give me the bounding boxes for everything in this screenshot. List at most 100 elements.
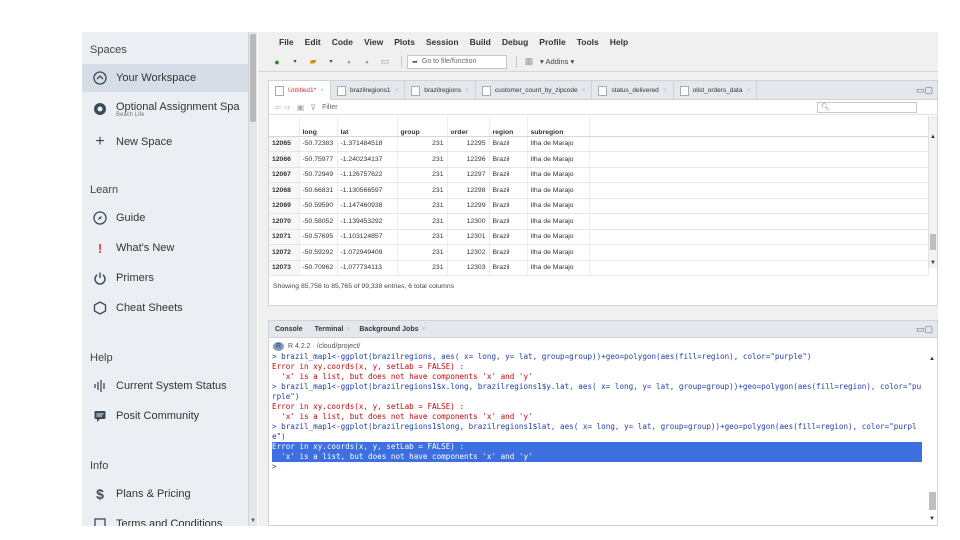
table-cell: Ilha de Marajo	[527, 198, 590, 214]
row-number-cell: 12069	[269, 198, 300, 214]
row-number-header[interactable]	[269, 116, 300, 137]
source-tab[interactable]: status_delivered ×	[592, 81, 674, 100]
goto-file-input[interactable]: ➦ Go to file/function	[407, 54, 507, 69]
menu-help[interactable]: Help	[610, 37, 628, 47]
console-scrollbar[interactable]: ▲ ▼	[928, 352, 937, 522]
pane-minimize-maximize-icon[interactable]: ▭▢	[916, 324, 933, 335]
scroll-up-arrow-icon[interactable]: ▲	[929, 356, 935, 362]
terms-link[interactable]: Terms and Conditions	[82, 510, 248, 526]
column-header-group[interactable]: group	[397, 116, 448, 137]
menu-profile[interactable]: Profile	[539, 37, 565, 47]
posit-community-link[interactable]: Posit Community	[82, 402, 248, 430]
power-icon	[92, 270, 108, 286]
table-row[interactable]: 12068 -50.66831 -1.130566597 231 12298 Brazil…	[269, 182, 929, 199]
sidebar-scrollbar-thumb[interactable]	[250, 34, 256, 122]
cheat-sheets-link[interactable]: Cheat Sheets	[82, 294, 248, 322]
plans-pricing-link[interactable]: $ Plans & Pricing	[82, 480, 248, 508]
filter-icon[interactable]: ⊽	[310, 103, 316, 112]
table-cell: 231	[397, 151, 448, 168]
close-tab-icon[interactable]: ×	[663, 87, 667, 94]
menu-file[interactable]: File	[279, 37, 294, 47]
back-forward-icon[interactable]: ⇦ ⇨	[275, 103, 291, 112]
close-tab-icon[interactable]: ×	[320, 87, 324, 94]
source-tab[interactable]: brazilregions ×	[405, 81, 476, 100]
table-row[interactable]: 12073 -50.70962 -1.077734113 231 12303 Brazil…	[269, 260, 929, 276]
menu-plots[interactable]: Plots	[394, 37, 415, 47]
menu-build[interactable]: Build	[470, 37, 491, 47]
space-icon	[92, 101, 108, 117]
column-header-region[interactable]: region	[489, 116, 528, 137]
optional-assignment-space-link[interactable]: Optional Assignment Spa Beach Life	[82, 94, 248, 124]
table-row[interactable]: 12072 -50.59292 -1.072949409 231 12302 Brazil…	[269, 244, 929, 261]
table-cell: Ilha de Marajo	[527, 244, 590, 261]
source-tab[interactable]: olist_orders_data ×	[674, 81, 758, 100]
table-row[interactable]: 12070 -50.58052 -1.139453292 231 12300 Brazil…	[269, 213, 929, 230]
close-tab-icon[interactable]: ×	[465, 87, 469, 94]
menu-session[interactable]: Session	[426, 37, 459, 47]
console-scrollbar-thumb[interactable]	[929, 492, 936, 510]
pane-minimize-maximize-icon[interactable]: ▭▢	[916, 85, 933, 96]
whats-new-link[interactable]: ! What's New	[82, 234, 248, 262]
save-icon[interactable]: ▪	[342, 55, 356, 69]
column-header-long[interactable]: long	[299, 116, 338, 137]
popout-icon[interactable]: ▣	[297, 103, 305, 112]
primers-link[interactable]: Primers	[82, 264, 248, 292]
system-status-link[interactable]: Current System Status	[82, 372, 248, 400]
table-row[interactable]: 12069 -50.59590 -1.147460938 231 12299 Brazil…	[269, 198, 929, 214]
new-project-icon[interactable]: ▰	[306, 55, 320, 69]
console-tab-terminal[interactable]: Terminal	[309, 326, 350, 333]
console-command-line: > brazil_map1<-ggplot(brazilregions1$x.l…	[272, 382, 922, 401]
close-tab-icon[interactable]: ×	[422, 326, 426, 333]
data-search-input[interactable]: 🔍︎	[817, 102, 917, 113]
menu-edit[interactable]: Edit	[305, 37, 321, 47]
table-row[interactable]: 12067 -50.72949 -1.126757622 231 12297 Brazil…	[269, 167, 929, 183]
table-cell: Brazil	[489, 213, 528, 230]
console-tab-background-jobs[interactable]: Background Jobs	[353, 326, 424, 333]
column-header-lat[interactable]: lat	[337, 116, 398, 137]
scroll-down-arrow-icon[interactable]: ▼	[929, 516, 935, 522]
your-workspace-link[interactable]: Your Workspace	[82, 64, 248, 92]
table-row[interactable]: 12071 -50.57695 -1.103124857 231 12301 Brazil…	[269, 229, 929, 245]
console-tab-console[interactable]: Console	[269, 326, 309, 333]
addins-menu[interactable]: ▾ Addins ▾	[540, 57, 574, 66]
table-row[interactable]: 12066 -50.75977 -1.240234137 231 12296 Brazil…	[269, 151, 929, 168]
column-header-order[interactable]: order	[447, 116, 490, 137]
source-tab[interactable]: Untitled1* ×	[269, 81, 331, 100]
menu-debug[interactable]: Debug	[502, 37, 528, 47]
table-cell: -1.077734113	[337, 260, 398, 276]
dropdown-arrow-icon[interactable]: ▾	[324, 55, 338, 69]
table-cell: -1.371484518	[337, 136, 398, 152]
save-all-icon[interactable]: ▪	[360, 55, 374, 69]
dropdown-arrow-icon[interactable]: ▾	[288, 55, 302, 69]
console-output[interactable]: > brazil_map1<-ggplot(brazilregions, aes…	[272, 352, 922, 472]
source-tab[interactable]: customer_count_by_zipcode ×	[476, 81, 593, 100]
table-scrollbar[interactable]: ▲ ▼	[928, 116, 937, 268]
column-header-subregion[interactable]: subregion	[527, 116, 590, 137]
table-cell: Ilha de Marajo	[527, 260, 590, 276]
close-tab-icon[interactable]: ×	[346, 326, 350, 333]
menu-tools[interactable]: Tools	[577, 37, 599, 47]
scroll-up-arrow-icon[interactable]: ▲	[930, 134, 936, 140]
new-file-icon[interactable]: ●	[270, 55, 284, 69]
menu-code[interactable]: Code	[332, 37, 353, 47]
table-file-icon	[598, 85, 608, 96]
close-tab-icon[interactable]: ×	[394, 87, 398, 94]
grid-icon[interactable]: ▦	[522, 55, 536, 69]
print-icon[interactable]: ▭	[378, 55, 392, 69]
close-tab-icon[interactable]: ×	[746, 87, 750, 94]
console-command-line: >	[272, 462, 282, 471]
menu-view[interactable]: View	[364, 37, 383, 47]
scroll-down-arrow-icon[interactable]: ▼	[930, 260, 936, 266]
sidebar-scrollbar[interactable]: ▼	[248, 32, 257, 526]
console-error-message: Error in xy.coords(x, y, setLab = FALSE)…	[272, 442, 922, 462]
close-tab-icon[interactable]: ×	[582, 87, 586, 94]
table-cell: -50.58052	[299, 213, 338, 230]
new-space-button[interactable]: + New Space	[82, 128, 248, 156]
source-tab[interactable]: brazilregions1 ×	[331, 81, 406, 100]
table-cell: -50.72383	[299, 136, 338, 152]
filter-label[interactable]: Filter	[322, 104, 338, 111]
guide-link[interactable]: Guide	[82, 204, 248, 232]
table-row[interactable]: 12065 -50.72383 -1.371484518 231 12295 Brazil…	[269, 136, 929, 152]
scroll-down-arrow-icon[interactable]: ▼	[250, 518, 256, 524]
table-scrollbar-thumb[interactable]	[930, 234, 936, 250]
